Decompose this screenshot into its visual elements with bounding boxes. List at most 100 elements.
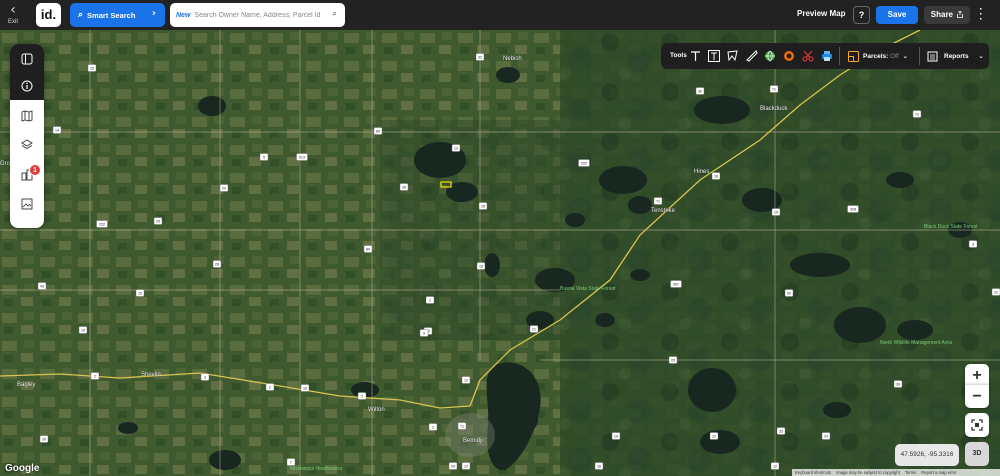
route-shield: 21: [529, 325, 539, 333]
search-input[interactable]: [194, 11, 325, 19]
route-shield-label: 25: [156, 219, 160, 223]
new-badge: New: [176, 11, 191, 19]
route-shield: 72: [912, 110, 922, 118]
ruler-tool-icon[interactable]: [744, 48, 760, 64]
route-shield: 43: [37, 282, 47, 290]
route-shield: 24: [821, 432, 831, 440]
route-shield-label: 15: [774, 210, 778, 214]
place-tenstrike: Tenstrike: [651, 208, 676, 214]
3d-toggle-button[interactable]: 3D: [965, 442, 989, 466]
route-shield-label: 24: [222, 186, 226, 190]
app: 15 32 30 71 72 14 89 13 5 513 24 26 202 16 15 222 71 25 32…: [0, 0, 1000, 476]
route-shield: 26: [399, 183, 409, 191]
label-black-duck-forest: Black Duck State Forest: [924, 224, 978, 230]
coordinates-readout: 47.5926, -95.3316: [895, 444, 959, 466]
reports-label: Reports: [944, 53, 969, 60]
text-tool-icon[interactable]: [687, 48, 703, 64]
route-shield: 513: [296, 153, 308, 161]
reports-menu[interactable]: Reports ⌄: [944, 52, 984, 60]
route-shield-label: 15: [90, 66, 94, 70]
share-button[interactable]: Share: [924, 6, 970, 24]
route-shield-label: 21: [532, 327, 536, 331]
route-shield: 7: [286, 458, 296, 466]
route-shield: 2: [425, 296, 435, 304]
layers-icon[interactable]: [17, 135, 37, 155]
search-bar: New ⌕: [170, 3, 345, 27]
scissors-tool-icon[interactable]: [800, 48, 816, 64]
route-shield: 2: [200, 373, 210, 381]
bemidji-urban-area: [445, 413, 495, 457]
route-shield: 31: [991, 288, 1000, 296]
route-shield-label: 19: [81, 328, 85, 332]
route-shield: 222: [96, 220, 108, 228]
route-shield: 71: [457, 422, 467, 430]
print-tool-icon[interactable]: [819, 48, 835, 64]
route-shield-label: 24: [824, 434, 828, 438]
route-shield: 13: [451, 144, 461, 152]
route-shield-label: 15: [481, 204, 485, 208]
label-mississippi-headwaters: Mississippi Headwaters: [290, 466, 343, 472]
route-shield: 15: [87, 64, 97, 72]
panel-toggle-icon[interactable]: [17, 49, 37, 69]
route-shield: 16: [300, 384, 310, 392]
top-bar: ‹ Exit id. ⌕ Smart Search › New ⌕ Previe…: [0, 0, 1000, 30]
route-shield: 19: [78, 326, 88, 334]
exit-button[interactable]: ‹ Exit: [4, 3, 22, 27]
route-shield-label: 202: [581, 161, 587, 165]
reports-icon[interactable]: [924, 48, 940, 64]
info-icon[interactable]: [17, 76, 37, 96]
preview-map-button[interactable]: Preview Map: [797, 9, 845, 18]
route-shield: 29: [448, 462, 458, 470]
route-shield: 39: [893, 380, 903, 388]
route-shield: 71: [769, 85, 779, 93]
smart-search-button[interactable]: ⌕ Smart Search ›: [70, 3, 165, 27]
chevron-left-icon: ‹: [10, 2, 16, 18]
route-shield-label: 30: [698, 89, 702, 93]
place-bagley: Bagley: [17, 382, 35, 388]
share-label: Share: [930, 10, 953, 19]
route-shield-label: 28: [215, 262, 219, 266]
route-shield: 14: [611, 432, 621, 440]
parcels-icon[interactable]: [845, 48, 861, 64]
parcels-toggle[interactable]: Parcels: Off ⌄: [863, 52, 908, 60]
fullscreen-button[interactable]: [965, 413, 989, 437]
save-button[interactable]: Save: [876, 6, 918, 24]
chevron-right-icon: ›: [151, 8, 156, 19]
magnifier-icon[interactable]: ⌕: [333, 9, 337, 19]
route-shield: 2: [428, 423, 438, 431]
app-logo[interactable]: id.: [36, 3, 61, 27]
terms-link[interactable]: Terms: [905, 470, 916, 475]
fullscreen-icon: [971, 419, 983, 431]
map-icon[interactable]: [17, 106, 37, 126]
keyboard-shortcuts-link[interactable]: Keyboard shortcuts: [795, 470, 831, 475]
route-shield-label: 14: [55, 128, 59, 132]
route-shield-label: 513: [299, 155, 305, 159]
google-logo: Google: [5, 463, 40, 474]
satellite-map[interactable]: 153230 717214 89135 51324 262021615222712532…: [0, 30, 1000, 476]
route-shield-label: 222: [99, 222, 105, 226]
label-buena-vista-forest: Buena Vista State Forest: [560, 286, 616, 292]
route-shield-label: 328: [850, 207, 856, 211]
globe-tool-icon[interactable]: [762, 48, 778, 64]
zoom-out-button[interactable]: −: [965, 384, 989, 408]
help-button[interactable]: ?: [853, 6, 870, 24]
route-shield: 24: [219, 184, 229, 192]
chevron-down-icon: ⌄: [902, 52, 908, 60]
route-shield: 2: [357, 392, 367, 400]
image-export-icon[interactable]: [17, 194, 37, 214]
route-shield-label: 12: [464, 378, 468, 382]
search-icon: ⌕: [78, 10, 84, 20]
polygon-tool-icon[interactable]: [725, 48, 741, 64]
place-nebish: Nebish: [503, 56, 522, 62]
label-tool-icon[interactable]: [706, 48, 722, 64]
report-error-link[interactable]: Report a map error: [921, 470, 956, 475]
route-shield: 12: [461, 462, 471, 470]
more-menu-icon[interactable]: · · ·: [978, 5, 984, 25]
tools-bar: Tools: [661, 43, 989, 69]
route-shield: 2: [90, 372, 100, 380]
route-shield-label: 16: [597, 464, 601, 468]
buffer-tool-icon[interactable]: [781, 48, 797, 64]
route-shield-label: 71: [460, 424, 464, 428]
route-shield-label: 9: [423, 331, 425, 335]
route-shield: 3: [968, 240, 978, 248]
